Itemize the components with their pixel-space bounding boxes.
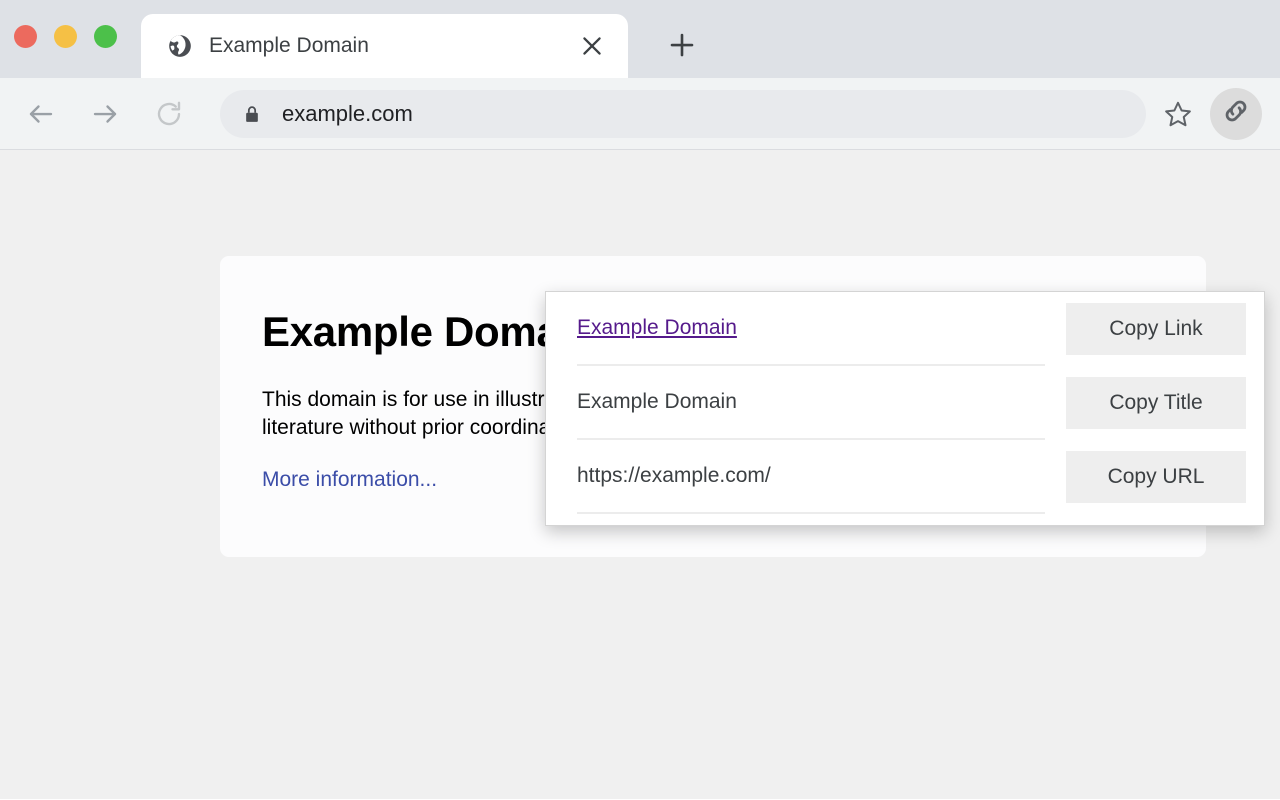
tab-title: Example Domain xyxy=(209,34,369,57)
page-viewport: Example Domain This domain is for use in… xyxy=(0,150,1280,799)
tab-bar: Example Domain xyxy=(0,0,1280,78)
browser-toolbar: example.com xyxy=(0,78,1280,150)
tab-close-icon[interactable] xyxy=(570,24,614,68)
address-bar[interactable]: example.com xyxy=(220,89,1146,138)
back-button[interactable] xyxy=(18,91,64,137)
window-minimize-button[interactable] xyxy=(54,25,77,48)
lock-icon xyxy=(242,104,262,124)
popup-row-url: https://example.com/ Copy URL xyxy=(546,440,1264,514)
window-maximize-button[interactable] xyxy=(94,25,117,48)
popup-row-link: Example Domain Copy Link xyxy=(546,292,1264,366)
copy-url-button[interactable]: Copy URL xyxy=(1066,451,1246,503)
extension-popup: Example Domain Copy Link Example Domain … xyxy=(545,291,1265,526)
link-field-value[interactable]: Example Domain xyxy=(577,316,737,340)
address-bar-url: example.com xyxy=(282,100,413,126)
tab-strip: Example Domain xyxy=(141,14,708,78)
more-information-link[interactable]: More information... xyxy=(262,468,437,491)
window-close-button[interactable] xyxy=(14,25,37,48)
globe-icon xyxy=(167,33,193,59)
title-field-value: Example Domain xyxy=(577,390,737,413)
extension-link-button[interactable] xyxy=(1210,87,1262,140)
reload-button[interactable] xyxy=(146,91,192,137)
popup-row-title: Example Domain Copy Title xyxy=(546,366,1264,440)
url-field[interactable]: https://example.com/ xyxy=(577,440,1045,514)
tab-example-domain[interactable]: Example Domain xyxy=(141,14,628,78)
link-field[interactable]: Example Domain xyxy=(577,292,1045,366)
browser-window: Example Domain example.com Example Domai… xyxy=(0,0,1280,800)
url-field-value: https://example.com/ xyxy=(577,464,771,487)
forward-button[interactable] xyxy=(82,91,128,137)
new-tab-button[interactable] xyxy=(656,19,708,71)
title-field[interactable]: Example Domain xyxy=(577,366,1045,440)
copy-link-button[interactable]: Copy Link xyxy=(1066,303,1246,355)
bookmark-star-icon[interactable] xyxy=(1156,92,1200,136)
copy-title-button[interactable]: Copy Title xyxy=(1066,377,1246,429)
window-controls xyxy=(14,25,117,48)
link-chain-icon xyxy=(1221,96,1251,131)
